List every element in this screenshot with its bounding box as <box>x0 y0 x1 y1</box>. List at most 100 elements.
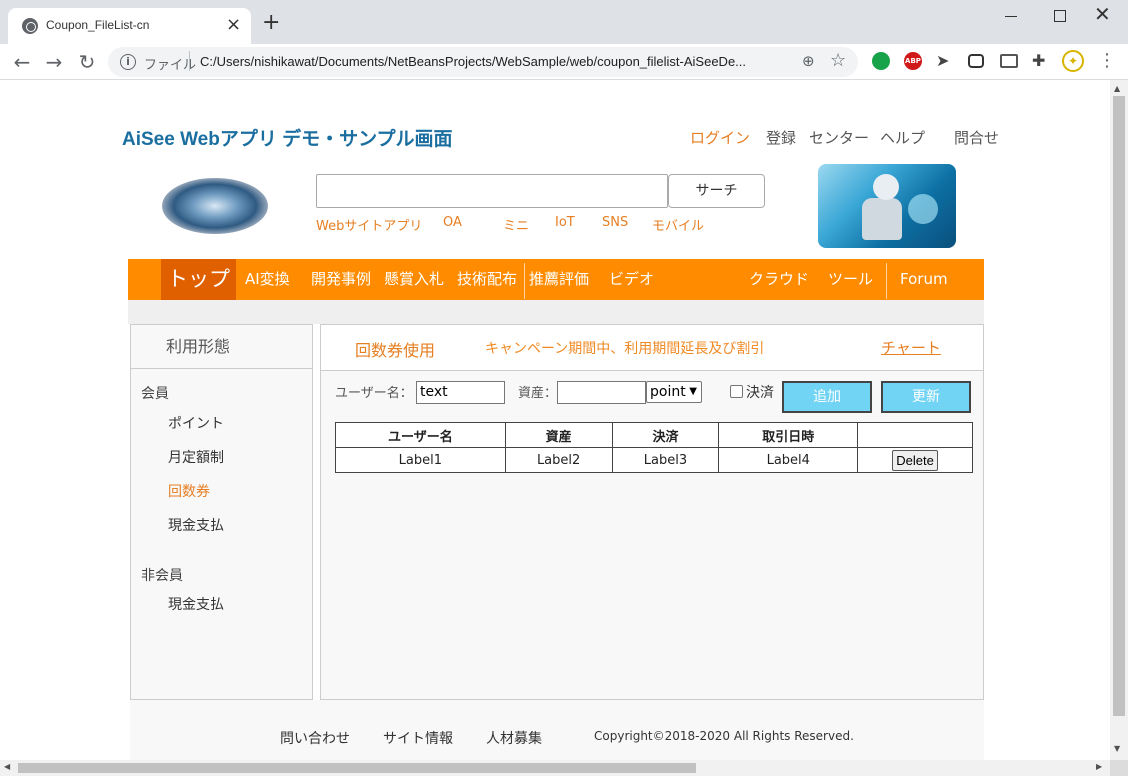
add-button[interactable]: 追加 <box>782 381 872 413</box>
minimize-button[interactable] <box>1000 6 1024 26</box>
footer-link-contact[interactable]: 問い合わせ <box>280 728 350 748</box>
settled-label: 決済 <box>746 385 774 401</box>
nav-item-prize-bid[interactable]: 懸賞入札 <box>384 259 444 300</box>
new-tab-button[interactable]: + <box>262 12 280 34</box>
browser-menu-icon[interactable]: ⋮ <box>1098 50 1116 72</box>
cell-datetime: Label4 <box>718 447 859 473</box>
scroll-up-icon[interactable]: ▲ <box>1114 84 1120 93</box>
content-top-band <box>128 300 984 324</box>
page-title: 回数券使用 <box>355 341 436 360</box>
footer-link-site-info[interactable]: サイト情報 <box>383 728 453 748</box>
sidebar-group-member: 会員 <box>141 386 169 402</box>
tab-close-icon[interactable]: × <box>226 14 241 36</box>
center-link[interactable]: センター <box>809 127 869 148</box>
username-label: ユーザー名： <box>335 386 413 401</box>
robot-banner-image <box>818 164 956 248</box>
main-header-extension <box>984 324 1108 358</box>
table-row: Label1 Label2 Label3 Label4 Delete <box>335 447 973 473</box>
asset-label: 資産： <box>518 386 558 401</box>
unit-select-value: point <box>650 384 686 400</box>
help-link[interactable]: ヘルプ <box>880 127 925 148</box>
nav-item-video[interactable]: ビデオ <box>609 259 654 300</box>
nav-item-recommend[interactable]: 推薦評価 <box>529 259 589 300</box>
browser-tabstrip: Coupon_FileList-cn × + ✕ <box>0 0 1128 44</box>
vertical-scrollbar[interactable]: ▲ ▼ <box>1110 80 1128 760</box>
sidebar-item-coupon[interactable]: 回数券 <box>168 481 210 501</box>
sidebar-title: 利用形態 <box>131 325 312 369</box>
sidebar-item-monthly[interactable]: 月定額制 <box>168 447 224 467</box>
asset-input[interactable] <box>557 381 646 404</box>
nav-item-forum[interactable]: Forum <box>900 259 948 300</box>
adblock-icon[interactable]: ABP <box>904 52 922 70</box>
cast-icon[interactable] <box>1000 54 1018 68</box>
column-header-settled: 決済 <box>611 422 720 448</box>
ai-face-logo <box>162 178 268 234</box>
browser-toolbar: ← → ↻ i ファイル C:/Users/nishikawat/Documen… <box>0 44 1128 80</box>
footer-link-careers[interactable]: 人材募集 <box>486 728 542 748</box>
site-title: AiSee Webアプリ デモ・サンプル画面 <box>122 129 453 150</box>
scroll-right-icon[interactable]: ▶ <box>1096 762 1102 771</box>
cell-username: Label1 <box>335 447 506 473</box>
extensions-puzzle-icon[interactable]: ✚ <box>1032 52 1050 70</box>
register-link[interactable]: 登録 <box>766 127 796 148</box>
scroll-left-icon[interactable]: ◀ <box>4 762 10 771</box>
chart-link[interactable]: チャート <box>881 337 941 358</box>
sidebar-group-nonmember: 非会員 <box>141 568 183 584</box>
url-text[interactable]: C:/Users/nishikawat/Documents/NetBeansPr… <box>200 54 746 69</box>
campaign-text: キャンペーン期間中、利用期間延長及び割引 <box>485 341 765 357</box>
horizontal-scrollbar[interactable]: ◀ ▶ <box>0 760 1110 776</box>
contact-link[interactable]: 問合せ <box>954 127 999 148</box>
tab-title: Coupon_FileList-cn <box>46 18 150 32</box>
address-bar[interactable]: i ファイル C:/Users/nishikawat/Documents/Net… <box>108 47 858 77</box>
nav-item-dev-cases[interactable]: 開発事例 <box>311 259 371 300</box>
search-input[interactable] <box>316 174 668 208</box>
cell-settled: Label3 <box>611 447 720 473</box>
transactions-table: ユーザー名 資産 決済 取引日時 Label1 Label2 Label3 La… <box>335 422 973 473</box>
video-extension-icon[interactable] <box>968 54 984 68</box>
browser-tab[interactable]: Coupon_FileList-cn × <box>8 8 251 44</box>
info-icon[interactable]: i <box>120 54 136 70</box>
sidebar: 利用形態 会員 ポイント 月定額制 回数券 現金支払 非会員 現金支払 <box>130 324 313 700</box>
sidebar-item-points[interactable]: ポイント <box>168 413 224 433</box>
update-button[interactable]: 更新 <box>881 381 971 413</box>
cell-asset: Label2 <box>504 447 613 473</box>
window-close-button[interactable]: ✕ <box>1094 2 1111 26</box>
delete-button[interactable]: Delete <box>892 449 939 471</box>
category-link-oa[interactable]: OA <box>443 215 462 230</box>
category-link-iot[interactable]: IoT <box>555 215 575 230</box>
scroll-down-icon[interactable]: ▼ <box>1114 744 1120 753</box>
vertical-scroll-thumb[interactable] <box>1113 96 1125 716</box>
username-input[interactable]: text <box>416 381 505 404</box>
login-link[interactable]: ログイン <box>690 127 750 148</box>
category-link-mobile[interactable]: モバイル <box>652 215 704 234</box>
back-icon[interactable]: ← <box>10 50 34 74</box>
category-link-mini[interactable]: ミニ <box>503 215 529 234</box>
column-header-datetime: 取引日時 <box>718 422 859 448</box>
extension-green-icon[interactable] <box>872 52 890 70</box>
settled-checkbox[interactable] <box>730 385 743 398</box>
profile-emblem-icon[interactable]: ✦ <box>1062 50 1084 72</box>
bookmark-star-icon[interactable]: ☆ <box>830 50 846 71</box>
category-link-website-app[interactable]: Webサイトアプリ <box>316 215 422 234</box>
sidebar-item-cash-nonmember[interactable]: 現金支払 <box>168 594 224 614</box>
zoom-icon[interactable]: ⊕ <box>802 52 815 70</box>
category-link-sns[interactable]: SNS <box>602 215 628 230</box>
main-header: 回数券使用 キャンペーン期間中、利用期間延長及び割引 チャート <box>321 325 983 371</box>
nav-item-tech-distribution[interactable]: 技術配布 <box>457 259 517 300</box>
nav-divider <box>886 263 887 299</box>
reload-icon[interactable]: ↻ <box>75 50 99 74</box>
maximize-button[interactable] <box>1048 6 1072 26</box>
nav-item-tools[interactable]: ツール <box>828 259 873 300</box>
nav-item-top[interactable]: トップ <box>161 259 236 300</box>
column-header-username: ユーザー名 <box>335 422 506 448</box>
cell-action: Delete <box>857 447 973 473</box>
search-button[interactable]: サーチ <box>668 174 765 208</box>
nav-item-ai-conversion[interactable]: AI変換 <box>245 259 290 300</box>
forward-icon[interactable]: → <box>42 50 66 74</box>
horizontal-scroll-thumb[interactable] <box>18 763 696 773</box>
nav-divider <box>524 263 525 299</box>
unit-select[interactable]: point ▼ <box>646 381 702 403</box>
cursor-extension-icon[interactable]: ➤ <box>936 52 954 70</box>
sidebar-item-cash[interactable]: 現金支払 <box>168 515 224 535</box>
nav-item-cloud[interactable]: クラウド <box>749 259 809 300</box>
